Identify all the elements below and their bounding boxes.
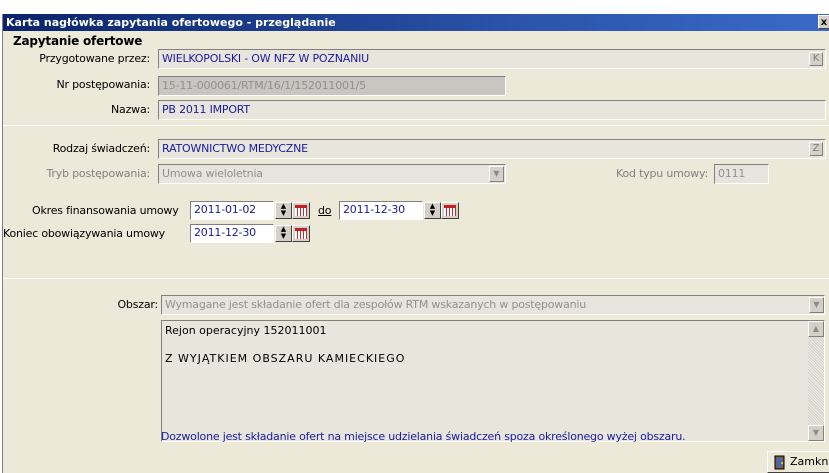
close-button-label: Zamknij: [790, 455, 829, 468]
financing-from-value: 2011-01-02: [194, 203, 256, 216]
scroll-down-icon[interactable]: ▼: [808, 425, 824, 441]
procedure-mode-label: Tryb postępowania:: [46, 167, 151, 180]
name-label: Nazwa:: [111, 103, 150, 116]
name-field: PB 2011 IMPORT: [158, 100, 826, 120]
service-type-field: RATOWNICTWO MEDYCZNE: [158, 139, 826, 159]
memo-scrollbar[interactable]: ▲ ▼: [808, 321, 824, 441]
financing-to-label: do: [318, 204, 332, 217]
area-note: Dozwolone jest składanie ofert na miejsc…: [161, 430, 686, 443]
area-dropdown-icon[interactable]: ▼: [809, 297, 824, 313]
area-label: Obszar:: [117, 298, 158, 311]
scroll-up-icon[interactable]: ▲: [808, 321, 824, 337]
procedure-mode-value: Umowa wieloletnia: [162, 167, 263, 180]
divider: [3, 278, 829, 279]
financing-to-calendar-icon[interactable]: [441, 202, 459, 219]
contract-type-code-value: 0111: [718, 167, 746, 180]
prepared-by-field: WIELKOPOLSKI - OW NFZ W POZNANIU: [158, 49, 826, 69]
close-button[interactable]: Zamknij: [767, 451, 829, 473]
validity-end-date-input[interactable]: 2011-12-30: [190, 224, 274, 243]
financing-from-spinner[interactable]: ▲ ▼: [275, 202, 292, 219]
contract-type-code-field: 0111: [714, 164, 769, 184]
title-bar: Karta nagłówka zapytania ofertowego - pr…: [3, 14, 829, 31]
validity-end-label: Koniec obowiązywania umowy: [3, 227, 165, 240]
validity-end-spinner[interactable]: ▲ ▼: [275, 225, 292, 242]
exit-door-icon: [774, 455, 785, 470]
procedure-mode-select[interactable]: Umowa wieloletnia: [158, 164, 506, 184]
memo-line: Z WYJĄTKIEM OBSZARU KAMIECKIEGO: [165, 352, 406, 365]
case-number-label: Nr postępowania:: [56, 78, 151, 91]
memo-line: Rejon operacyjny 152011001: [165, 324, 327, 337]
financing-from-calendar-icon[interactable]: [292, 202, 310, 219]
area-memo[interactable]: Rejon operacyjny 152011001 Z WYJĄTKIEM O…: [161, 320, 825, 442]
area-select[interactable]: Wymagane jest składanie ofert dla zespoł…: [161, 295, 825, 315]
service-type-picker-button[interactable]: Z: [809, 142, 823, 156]
dialog-window: Karta nagłówka zapytania ofertowego - pr…: [2, 14, 829, 473]
financing-from-date-input[interactable]: 2011-01-02: [190, 201, 274, 220]
financing-to-spinner[interactable]: ▲ ▼: [424, 202, 441, 219]
prepared-by-picker-button[interactable]: K: [809, 52, 823, 66]
contract-type-code-label: Kod typu umowy:: [616, 167, 708, 180]
window-title: Karta nagłówka zapytania ofertowego - pr…: [6, 16, 336, 29]
financing-period-label: Okres finansowania umowy: [32, 204, 179, 217]
name-value: PB 2011 IMPORT: [162, 103, 250, 116]
validity-end-value: 2011-12-30: [194, 226, 256, 239]
close-window-button[interactable]: x: [818, 15, 829, 29]
prepared-by-value: WIELKOPOLSKI - OW NFZ W POZNANIU: [162, 52, 369, 65]
case-number-value: 15-11-000061/RTM/16/1/152011001/5: [162, 79, 366, 92]
divider: [3, 125, 829, 126]
procedure-mode-dropdown-icon[interactable]: ▼: [489, 166, 504, 182]
validity-end-calendar-icon[interactable]: [292, 225, 310, 242]
service-type-value: RATOWNICTWO MEDYCZNE: [162, 142, 308, 155]
service-type-label: Rodzaj świadczeń:: [52, 142, 151, 155]
section-title: Zapytanie ofertowe: [13, 34, 143, 48]
financing-to-value: 2011-12-30: [343, 203, 405, 216]
area-value: Wymagane jest składanie ofert dla zespoł…: [165, 298, 587, 311]
prepared-by-label: Przygotowane przez:: [39, 52, 150, 65]
financing-to-date-input[interactable]: 2011-12-30: [339, 201, 423, 220]
case-number-field: 15-11-000061/RTM/16/1/152011001/5: [158, 76, 506, 96]
